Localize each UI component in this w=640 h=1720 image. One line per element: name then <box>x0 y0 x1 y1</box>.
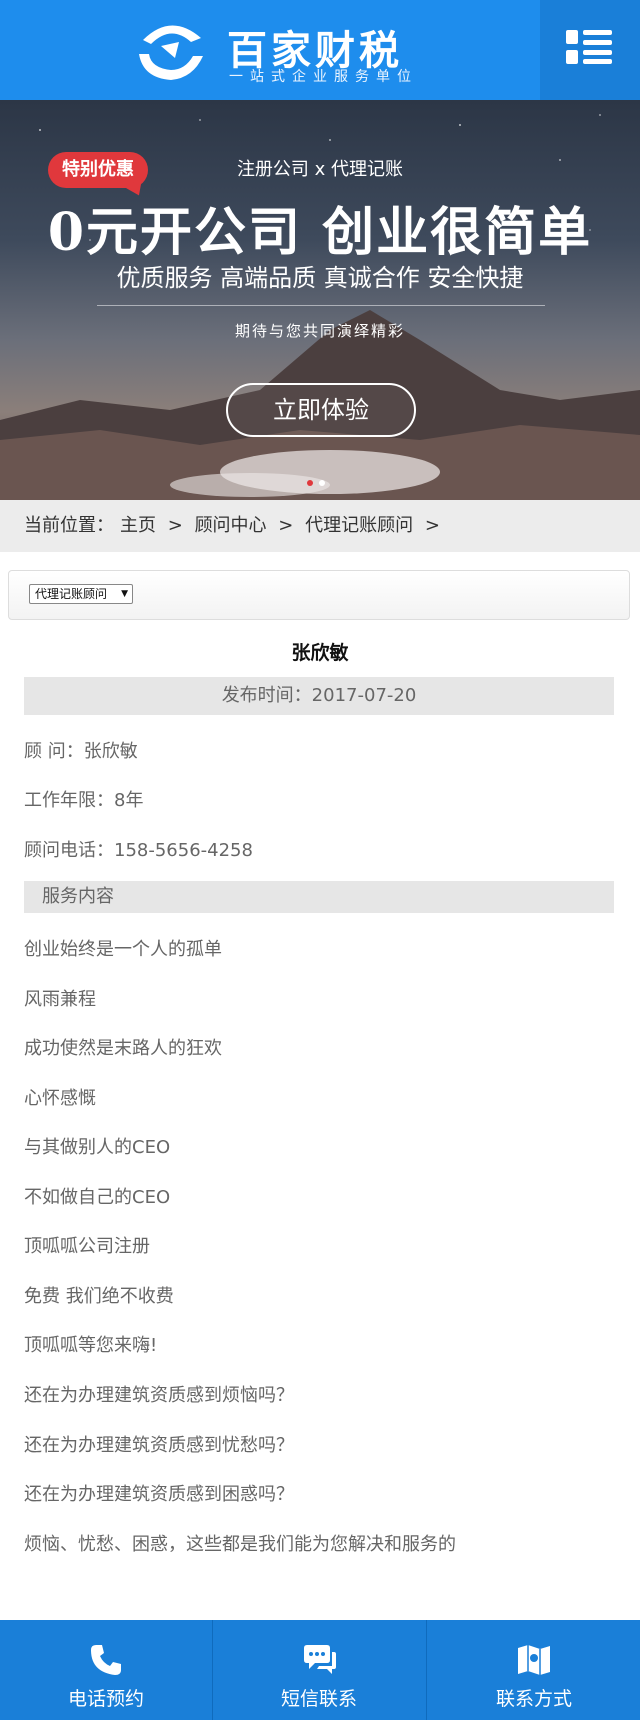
content-line: 还在为办理建筑资质感到烦恼吗？ <box>24 1385 294 1406</box>
content-line: 成功使然是末路人的狂欢 <box>24 1038 222 1059</box>
brand-logo[interactable]: 百家财税 一站式企业服务单位 <box>135 14 425 86</box>
bottom-nav: 电话预约 短信联系 联系方式 <box>0 1620 640 1720</box>
advisor-name: 顾 问：张欣敏 <box>24 741 138 762</box>
breadcrumb-separator: > <box>278 515 294 536</box>
header: 百家财税 一站式企业服务单位 <box>0 0 640 100</box>
nav-label: 联系方式 <box>495 1688 572 1710</box>
banner-top-line: 注册公司 x 代理记账 <box>236 159 404 180</box>
carousel-dot[interactable] <box>319 480 325 486</box>
content-line: 还在为办理建筑资质感到忧愁吗？ <box>24 1435 294 1456</box>
hero-banner[interactable]: 特别优惠 注册公司 x 代理记账 0元开公司 创业很简单 优质服务 高端品质 真… <box>0 100 640 500</box>
nav-label: 短信联系 <box>280 1688 357 1710</box>
category-filter-box: 代理记账顾问 ▼ <box>8 570 630 620</box>
content-line: 心怀感慨 <box>24 1088 96 1109</box>
breadcrumb-item-home[interactable]: 主页 <box>120 515 156 536</box>
breadcrumb-item-bookkeeping-advisor[interactable]: 代理记账顾问 <box>305 515 413 536</box>
content-line: 顶呱呱等您来嗨! <box>24 1335 158 1356</box>
content-line: 创业始终是一个人的孤单 <box>24 939 222 960</box>
phone-icon <box>91 1645 121 1675</box>
content-line: 与其做别人的CEO <box>24 1137 171 1158</box>
advisor-years: 工作年限：8年 <box>24 790 144 811</box>
brand-slogan: 一站式企业服务单位 <box>229 69 418 85</box>
banner-divider <box>97 305 545 306</box>
nav-sms-contact[interactable]: 短信联系 <box>213 1620 425 1720</box>
dropdown-arrow-icon: ▼ <box>121 589 128 599</box>
content-line: 不如做自己的CEO <box>24 1187 171 1208</box>
category-select[interactable]: 代理记账顾问 ▼ <box>29 584 133 604</box>
breadcrumb-prefix: 当前位置： <box>24 515 114 536</box>
banner-headline: 0元开公司 创业很简单 <box>47 202 593 263</box>
banner-tagline: 期待与您共同演绎精彩 <box>234 322 405 340</box>
nav-contact-info[interactable]: 联系方式 <box>428 1620 640 1720</box>
menu-grid-icon[interactable] <box>566 30 612 64</box>
banner-subline: 优质服务 高端品质 真诚合作 安全快捷 <box>116 264 524 292</box>
publish-date: 发布时间：2017-07-20 <box>24 677 614 715</box>
nav-divider <box>426 1620 427 1720</box>
nav-phone-booking[interactable]: 电话预约 <box>0 1620 212 1720</box>
menu-area[interactable] <box>540 0 640 100</box>
advisor-phone[interactable]: 顾问电话：158-5656-4258 <box>24 836 253 862</box>
breadcrumb-item-advisor-center[interactable]: 顾问中心 <box>195 515 267 536</box>
breadcrumb: 当前位置： 主页 > 顾问中心 > 代理记账顾问 > <box>0 500 640 552</box>
carousel-dots <box>307 480 327 488</box>
try-now-button[interactable]: 立即体验 <box>226 383 416 437</box>
content-line: 免费 我们绝不收费 <box>24 1286 174 1307</box>
brand-logo-icon <box>139 25 203 80</box>
category-select-value: 代理记账顾问 <box>35 587 108 601</box>
content-line: 烦恼、忧愁、困惑，这些都是我们能为您解决和服务的 <box>24 1534 456 1555</box>
chat-icon <box>304 1645 336 1674</box>
breadcrumb-separator: > <box>424 515 440 536</box>
content-line: 还在为办理建筑资质感到困惑吗？ <box>24 1484 294 1505</box>
carousel-dot-active[interactable] <box>307 480 313 486</box>
content-line: 顶呱呱公司注册 <box>24 1236 150 1257</box>
map-icon <box>518 1645 550 1675</box>
breadcrumb-separator: > <box>167 515 183 536</box>
service-section-title: 服务内容 <box>24 881 614 913</box>
content-line: 风雨兼程 <box>24 989 96 1010</box>
article-title: 张欣敏 <box>291 642 349 664</box>
nav-label: 电话预约 <box>67 1688 144 1710</box>
